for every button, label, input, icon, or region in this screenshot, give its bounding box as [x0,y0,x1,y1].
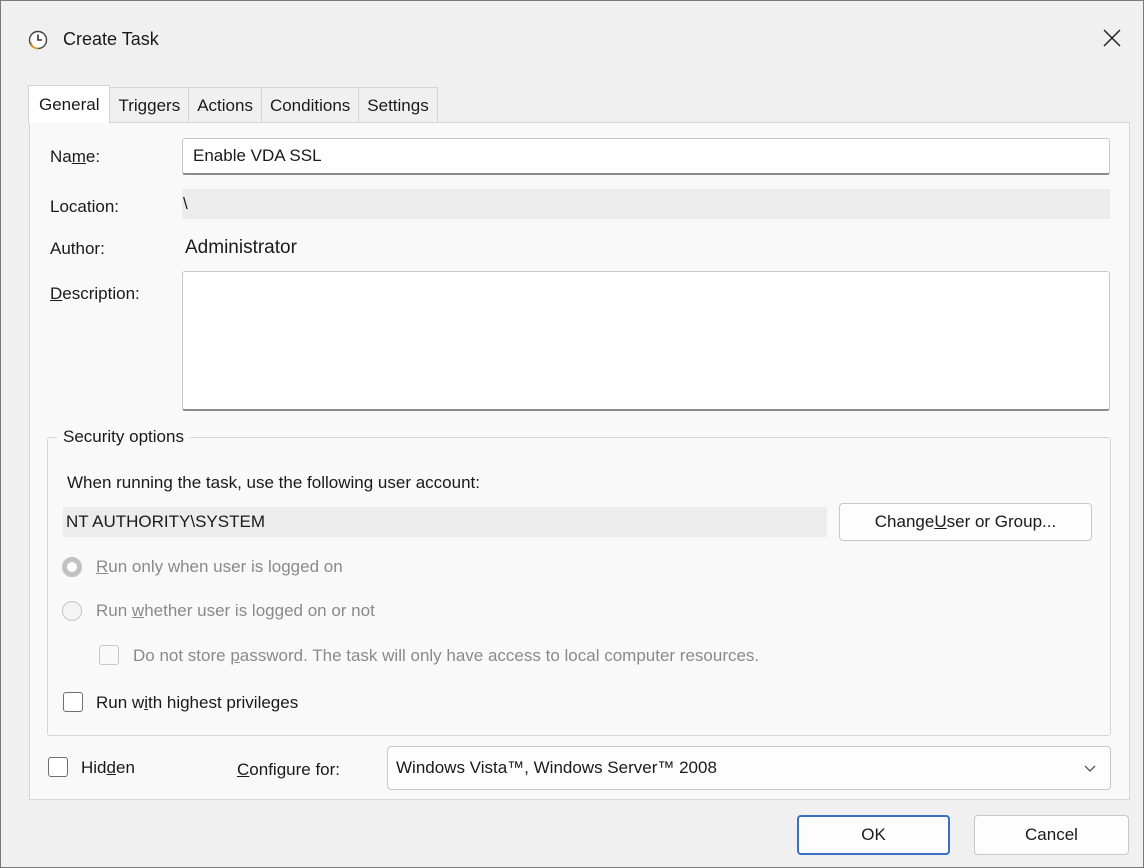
no-store-password-label: Do not store password. The task will onl… [133,646,759,666]
run-whether-radio[interactable] [62,601,82,621]
tab-actions[interactable]: Actions [188,87,262,123]
name-input[interactable]: Enable VDA SSL [182,138,1110,175]
configure-for-label-part: onfigure for: [249,760,341,779]
location-label: Location: [50,197,119,216]
hidden-checkbox[interactable] [48,757,68,777]
highest-privileges-label: Run with highest privileges [96,693,298,713]
description-label: Description: [50,284,140,304]
hidden-label-part: en [115,758,135,777]
no-store-password-label-part: Do not store [133,646,231,665]
name-label-access-key: m [71,147,86,166]
hidden-label-part: Hid [81,758,107,777]
title-bar: Create Task [1,1,1143,77]
configure-for-access-key: C [237,760,250,779]
run-whether-label: Run whether user is logged on or not [96,601,375,621]
location-field: \ [182,189,1110,219]
run-whether-access-key: w [131,601,145,620]
hidden-access-key: d [106,758,116,777]
location-value: \ [183,194,188,213]
user-account-value: NT AUTHORITY\SYSTEM [66,512,265,531]
configure-for-label: Configure for: [237,760,340,780]
change-user-label-part: Change [874,512,935,531]
name-label: Name: [50,147,100,167]
run-whether-label-part: hether user is logged on or not [144,601,375,620]
run-logged-on-label-part: un only when user is logged on [108,557,343,576]
user-account-field: NT AUTHORITY\SYSTEM [63,507,827,537]
chevron-down-icon [1084,765,1096,772]
description-input[interactable] [182,271,1110,411]
change-user-label-part: ser or Group... [946,512,1057,531]
security-options-legend: Security options [57,427,190,447]
highest-privileges-checkbox[interactable] [63,692,83,712]
run-logged-on-label: Run only when user is logged on [96,557,343,577]
tab-strip: General Triggers Actions Conditions Sett… [28,85,438,123]
name-label-part: e: [85,147,101,166]
close-button[interactable] [1087,15,1137,61]
cancel-button[interactable]: Cancel [974,815,1129,855]
tab-general[interactable]: General [28,85,111,123]
name-label-part: Na [50,147,72,166]
description-label-access-key: D [50,284,63,303]
highest-privileges-label-part: th highest privileges [147,693,299,712]
no-store-password-checkbox[interactable] [99,645,119,665]
no-store-password-label-part: assword. The task will only have access … [239,646,760,665]
hidden-label: Hidden [81,758,135,778]
change-user-access-key: U [934,512,947,531]
run-logged-on-radio[interactable] [62,557,82,577]
no-store-password-access-key: p [230,646,240,665]
configure-for-select[interactable]: Windows Vista™, Windows Server™ 2008 [387,746,1111,790]
clock-icon [28,30,48,50]
highest-privileges-label-part: Run w [96,693,145,712]
close-icon [1103,29,1121,47]
run-whether-label-part: Run [96,601,132,620]
tab-triggers[interactable]: Triggers [109,87,190,123]
create-task-dialog: Create Task General Triggers Actions Con… [0,0,1144,868]
tab-settings[interactable]: Settings [358,87,438,123]
name-input-value: Enable VDA SSL [193,146,322,165]
run-logged-on-access-key: R [96,557,109,576]
window-title: Create Task [63,29,159,49]
change-user-button[interactable]: Change User or Group... [839,503,1092,541]
author-value: Administrator [185,237,297,258]
tab-conditions[interactable]: Conditions [260,87,360,123]
configure-for-value: Windows Vista™, Windows Server™ 2008 [396,758,717,777]
description-label-part: escription: [62,284,140,303]
author-label: Author: [50,239,105,258]
ok-button[interactable]: OK [797,815,950,855]
user-account-prompt: When running the task, use the following… [67,473,480,492]
